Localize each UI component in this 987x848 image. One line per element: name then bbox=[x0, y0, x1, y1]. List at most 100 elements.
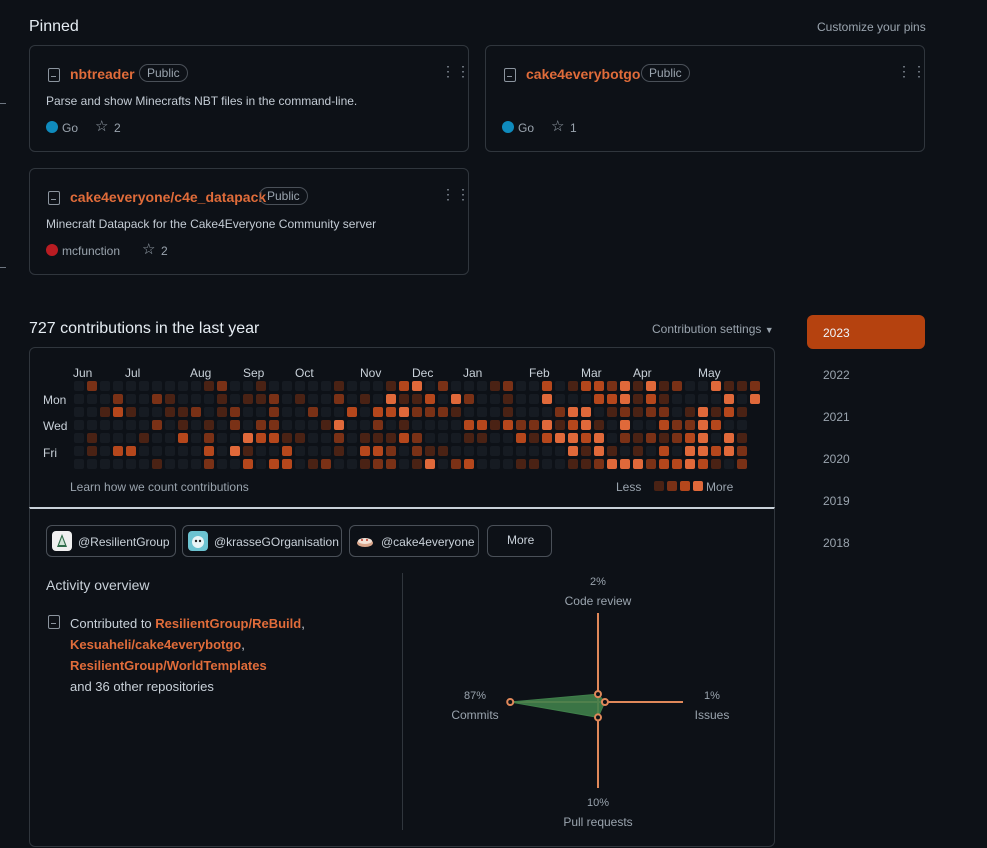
contribution-day-cell[interactable] bbox=[581, 433, 591, 443]
contribution-day-cell[interactable] bbox=[646, 433, 656, 443]
contribution-day-cell[interactable] bbox=[568, 407, 578, 417]
contribution-day-cell[interactable] bbox=[711, 446, 721, 456]
contribution-day-cell[interactable] bbox=[87, 407, 97, 417]
contribution-day-cell[interactable] bbox=[334, 446, 344, 456]
contribution-day-cell[interactable] bbox=[74, 446, 84, 456]
contribution-day-cell[interactable] bbox=[633, 420, 643, 430]
contribution-day-cell[interactable] bbox=[217, 394, 227, 404]
contribution-day-cell[interactable] bbox=[633, 407, 643, 417]
contribution-day-cell[interactable] bbox=[334, 433, 344, 443]
contribution-day-cell[interactable] bbox=[672, 420, 682, 430]
contribution-day-cell[interactable] bbox=[724, 407, 734, 417]
org-filter-krassegorganisation[interactable]: @krasseGOrganisation bbox=[182, 525, 342, 557]
contribution-day-cell[interactable] bbox=[477, 446, 487, 456]
drag-handle-icon[interactable]: ⋮⋮ bbox=[441, 64, 470, 78]
contribution-day-cell[interactable] bbox=[646, 459, 656, 469]
contribution-day-cell[interactable] bbox=[685, 433, 695, 443]
contribution-day-cell[interactable] bbox=[412, 407, 422, 417]
contribution-day-cell[interactable] bbox=[438, 420, 448, 430]
star-count[interactable]: 1 bbox=[570, 121, 577, 135]
contribution-day-cell[interactable] bbox=[698, 459, 708, 469]
contribution-day-cell[interactable] bbox=[256, 394, 266, 404]
contribution-day-cell[interactable] bbox=[100, 433, 110, 443]
contribution-day-cell[interactable] bbox=[399, 407, 409, 417]
org-filter-cake4everyone[interactable]: @cake4everyone bbox=[349, 525, 479, 557]
contribution-day-cell[interactable] bbox=[87, 381, 97, 391]
customize-pins-link[interactable]: Customize your pins bbox=[817, 20, 926, 34]
contribution-day-cell[interactable] bbox=[360, 446, 370, 456]
repo-name-link[interactable]: nbtreader bbox=[70, 66, 135, 82]
contribution-day-cell[interactable] bbox=[113, 446, 123, 456]
contribution-day-cell[interactable] bbox=[555, 381, 565, 391]
contribution-day-cell[interactable] bbox=[724, 446, 734, 456]
contribution-day-cell[interactable] bbox=[672, 381, 682, 391]
contribution-day-cell[interactable] bbox=[282, 459, 292, 469]
year-button-2018[interactable]: 2018 bbox=[807, 525, 925, 559]
contribution-day-cell[interactable] bbox=[672, 459, 682, 469]
contribution-day-cell[interactable] bbox=[737, 394, 747, 404]
contribution-day-cell[interactable] bbox=[334, 407, 344, 417]
contribution-day-cell[interactable] bbox=[139, 433, 149, 443]
contribution-day-cell[interactable] bbox=[516, 446, 526, 456]
org-filter-resilientgroup[interactable]: @ResilientGroup bbox=[46, 525, 176, 557]
contribution-day-cell[interactable] bbox=[399, 394, 409, 404]
contribution-day-cell[interactable] bbox=[685, 407, 695, 417]
contribution-day-cell[interactable] bbox=[503, 446, 513, 456]
contribution-day-cell[interactable] bbox=[568, 433, 578, 443]
contribution-day-cell[interactable] bbox=[256, 420, 266, 430]
contribution-day-cell[interactable] bbox=[230, 407, 240, 417]
contribution-day-cell[interactable] bbox=[594, 407, 604, 417]
contribution-day-cell[interactable] bbox=[477, 420, 487, 430]
contribution-day-cell[interactable] bbox=[243, 381, 253, 391]
contribution-day-cell[interactable] bbox=[412, 446, 422, 456]
contribution-day-cell[interactable] bbox=[412, 420, 422, 430]
contribution-day-cell[interactable] bbox=[217, 381, 227, 391]
contribution-day-cell[interactable] bbox=[269, 420, 279, 430]
contribution-day-cell[interactable] bbox=[542, 446, 552, 456]
star-icon[interactable]: ☆ bbox=[95, 117, 108, 135]
contribution-day-cell[interactable] bbox=[321, 420, 331, 430]
contribution-day-cell[interactable] bbox=[165, 459, 175, 469]
contribution-day-cell[interactable] bbox=[490, 394, 500, 404]
contribution-day-cell[interactable] bbox=[516, 407, 526, 417]
contribution-day-cell[interactable] bbox=[737, 433, 747, 443]
contribution-day-cell[interactable] bbox=[178, 446, 188, 456]
contribution-day-cell[interactable] bbox=[555, 459, 565, 469]
contribution-day-cell[interactable] bbox=[438, 381, 448, 391]
contribution-day-cell[interactable] bbox=[503, 433, 513, 443]
contribution-day-cell[interactable] bbox=[659, 459, 669, 469]
contribution-day-cell[interactable] bbox=[373, 394, 383, 404]
contribution-day-cell[interactable] bbox=[581, 420, 591, 430]
contribution-day-cell[interactable] bbox=[607, 433, 617, 443]
contribution-day-cell[interactable] bbox=[412, 394, 422, 404]
contribution-day-cell[interactable] bbox=[139, 420, 149, 430]
contribution-day-cell[interactable] bbox=[295, 459, 305, 469]
contribution-day-cell[interactable] bbox=[724, 420, 734, 430]
star-count[interactable]: 2 bbox=[114, 121, 121, 135]
contribution-day-cell[interactable] bbox=[204, 394, 214, 404]
contribution-day-cell[interactable] bbox=[555, 407, 565, 417]
contribution-day-cell[interactable] bbox=[672, 446, 682, 456]
contribution-day-cell[interactable] bbox=[477, 407, 487, 417]
contribution-day-cell[interactable] bbox=[334, 420, 344, 430]
contribution-day-cell[interactable] bbox=[711, 381, 721, 391]
contribution-day-cell[interactable] bbox=[672, 394, 682, 404]
contribution-day-cell[interactable] bbox=[308, 433, 318, 443]
contribution-day-cell[interactable] bbox=[308, 407, 318, 417]
contribution-day-cell[interactable] bbox=[503, 407, 513, 417]
repo-name-link[interactable]: cake4everyone/c4e_datapack bbox=[70, 189, 266, 205]
contribution-day-cell[interactable] bbox=[555, 394, 565, 404]
contribution-day-cell[interactable] bbox=[425, 446, 435, 456]
contribution-day-cell[interactable] bbox=[269, 407, 279, 417]
contribution-day-cell[interactable] bbox=[477, 459, 487, 469]
activity-repo-link[interactable]: ResilientGroup/ReBuild bbox=[155, 616, 301, 631]
contribution-day-cell[interactable] bbox=[386, 407, 396, 417]
contribution-day-cell[interactable] bbox=[295, 420, 305, 430]
contribution-day-cell[interactable] bbox=[568, 420, 578, 430]
contribution-day-cell[interactable] bbox=[165, 381, 175, 391]
contribution-day-cell[interactable] bbox=[191, 407, 201, 417]
contribution-day-cell[interactable] bbox=[607, 407, 617, 417]
contribution-day-cell[interactable] bbox=[464, 394, 474, 404]
contribution-day-cell[interactable] bbox=[126, 446, 136, 456]
contribution-day-cell[interactable] bbox=[321, 394, 331, 404]
